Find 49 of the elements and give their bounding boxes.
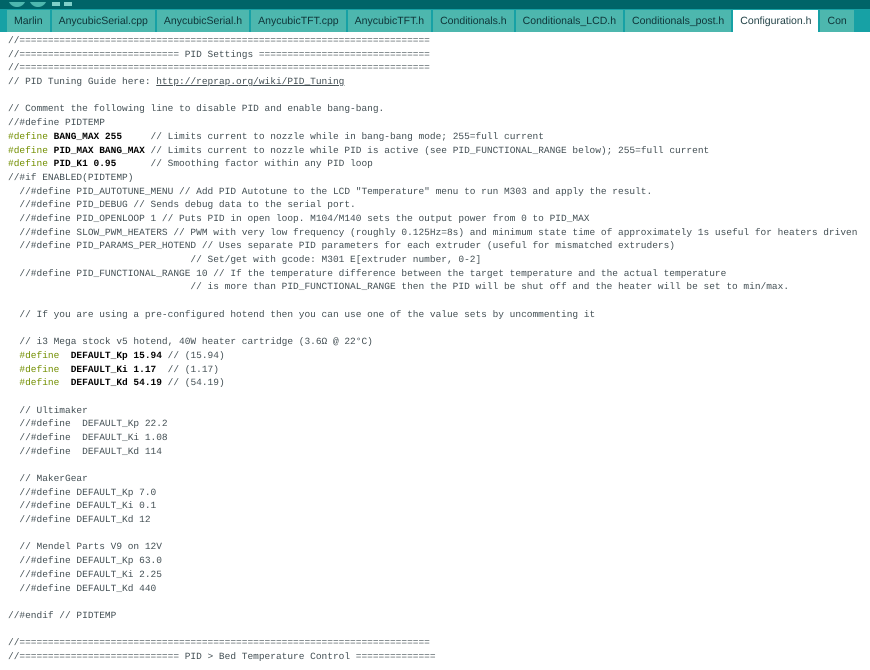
code-line: // i3 Mega stock v5 hotend, 40W heater cartridge (3.6Ω @ 22°C) — [18, 335, 374, 349]
code-line: //#define PID_PARAMS_PER_HOTEND // Uses separate PID parameters for each extruder (useful for mismatched extruders) — [18, 239, 676, 253]
code-line: // Comment the following line to disable PID and enable bang-bang. — [8, 102, 386, 116]
code-line: //#define DEFAULT_Kp 7.0 — [18, 486, 158, 500]
code-line: //#define DEFAULT_Kp 63.0 — [18, 554, 163, 568]
code-line: // PID Tuning Guide here: http://reprap.org/wiki/PID_Tuning — [8, 75, 346, 89]
code-line: //#define DEFAULT_Ki 0.1 — [18, 499, 158, 514]
code-line: #define DEFAULT_Ki 1.17 // (1.17) — [18, 362, 220, 376]
file-tab[interactable]: Conditionals_post.h — [625, 10, 732, 32]
file-tab[interactable]: AnycubicTFT.cpp — [251, 10, 346, 32]
code-line: //#define PID_FUNCTIONAL_RANGE 10 // If the temperature difference between the target temperature and the actual temperature — [18, 266, 728, 280]
file-tab[interactable]: Conditionals_LCD.h — [516, 10, 624, 32]
code-line: //======================================================================== — [8, 34, 431, 48]
code-line: // MakerGear — [18, 472, 89, 486]
file-tab[interactable]: Conditionals.h — [433, 10, 514, 32]
code-line: //#define DEFAULT_Kp 22.2 — [18, 417, 169, 431]
code-line: //============================ PID Settings ============================== — [8, 48, 431, 62]
code-line: //#define DEFAULT_Kd 440 — [18, 582, 158, 596]
file-tab[interactable]: AnycubicTFT.h — [348, 10, 432, 32]
code-line: //#define DEFAULT_Kd 114 — [18, 444, 163, 458]
code-line: #define DEFAULT_Kd 54.19 // (54.19) — [18, 376, 226, 390]
link[interactable]: http://reprap.org/wiki/PID_Tuning — [156, 76, 344, 88]
file-tab[interactable]: AnycubicSerial.cpp — [52, 10, 155, 32]
code-line: //#define PID_OPENLOOP 1 // Puts PID in open loop. M104/M140 sets the output power from 0 to PID_MAX — [18, 212, 590, 226]
file-tab[interactable]: AnycubicSerial.h — [156, 10, 250, 32]
file-tab[interactable]: Configuration.h — [733, 10, 818, 32]
file-tab[interactable]: Marlin — [7, 10, 50, 32]
code-line: //#define PID_AUTOTUNE_MENU // Add PID Autotune to the LCD "Temperature" menu to run M303 and apply the result. — [18, 184, 654, 198]
code-line: //#define DEFAULT_Ki 2.25 — [18, 568, 163, 582]
code-line: //#define SLOW_PWM_HEATERS // PWM with very low frequency (roughly 0.125Hz=8s) and minimum state time of approximately 1s useful for heaters driven — [18, 226, 858, 240]
file-tab[interactable]: Con — [820, 10, 854, 32]
code-line: // Ultimaker — [18, 404, 89, 418]
code-line: #define PID_MAX BANG_MAX // Limits current to nozzle while PID is active (see PID_FUNCTIONAL_RANGE below); 255=full current — [8, 144, 710, 158]
code-line: // is more than PID_FUNCTIONAL_RANGE then the PID will be shut off and the heater will be set to min/max. — [189, 280, 790, 294]
code-line: #define BANG_MAX 255 // Limits current to nozzle while in bang-bang mode; 255=full current — [8, 130, 545, 144]
code-line: #define DEFAULT_Kp 15.94 // (15.94) — [18, 348, 226, 362]
code-line: //#define PID_DEBUG // Sends debug data to the serial port. — [18, 198, 357, 212]
code-line: //#define DEFAULT_Ki 1.08 — [18, 430, 169, 445]
code-line: //#endif // PIDTEMP — [8, 608, 118, 623]
code-line: #define PID_K1 0.95 // Smoothing factor within any PID loop — [8, 157, 374, 171]
code-line: //#define DEFAULT_Kd 12 — [18, 513, 152, 527]
code-line: //============================ PID > Bed Temperature Control ============== — [8, 650, 437, 664]
code-line: //#if ENABLED(PIDTEMP) — [8, 170, 134, 185]
code-line: //#define PIDTEMP — [8, 116, 106, 130]
code-line: //======================================================================== — [8, 61, 431, 76]
code-line: // Mendel Parts V9 on 12V — [18, 540, 163, 554]
code-line: // If you are using a pre-configured hotend then you can use one of the value sets by uncommenting it — [18, 308, 596, 322]
code-line: // Set/get with gcode: M301 E[extruder number, 0-2] — [189, 253, 482, 267]
code-line: //======================================================================== — [8, 636, 431, 650]
